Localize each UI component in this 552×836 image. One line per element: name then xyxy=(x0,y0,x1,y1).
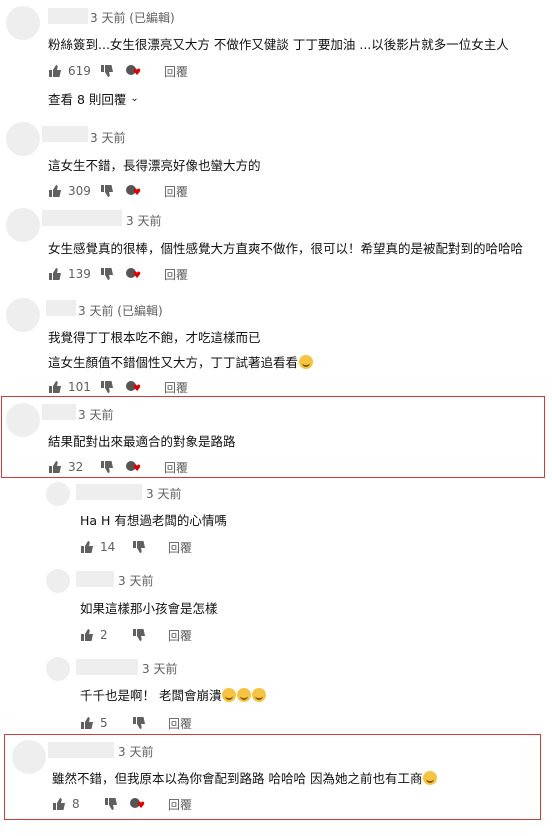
thumbs-up-icon[interactable] xyxy=(80,716,94,730)
emoji-icon xyxy=(237,688,252,702)
like-count: 139 xyxy=(68,267,91,281)
comment-time[interactable]: 3 天前 xyxy=(126,212,161,229)
comment-text: 如果這樣那小孩會是怎樣 xyxy=(80,601,218,616)
comment-text: 這女生不錯，長得漂亮好像也蠻大方的 xyxy=(48,158,261,173)
comment-time[interactable]: 3 天前 xyxy=(90,129,125,146)
view-replies-button[interactable]: 查看 8 則回覆 ⌄ xyxy=(48,89,139,108)
emoji-icon xyxy=(252,688,267,702)
comment-text: 這女生顏值不錯個性又大方，丁丁試著追看看 xyxy=(48,355,299,370)
emoji-icon xyxy=(299,355,314,369)
comment-text: 粉絲簽到...女生很漂亮又大方 不做作又健談 丁丁要加油 ...以後影片就多一位… xyxy=(48,37,509,52)
like-count: 14 xyxy=(100,540,116,554)
reply-button[interactable]: 回覆 xyxy=(164,63,188,80)
thumbs-down-icon[interactable] xyxy=(100,267,114,281)
reply-button[interactable]: 回覆 xyxy=(168,539,192,556)
view-replies-label: 查看 8 則回覆 xyxy=(48,92,127,107)
like-count: 8 xyxy=(72,797,80,811)
comment-text-line: 雖然不錯，但我原本以為你會配到路路 哈哈哈 因為她之前也有工商 xyxy=(52,768,438,787)
comment-text: 雖然不錯，但我原本以為你會配到路路 哈哈哈 因為她之前也有工商 xyxy=(52,771,423,786)
thumbs-down-icon[interactable] xyxy=(100,460,114,474)
comment-text-line-2: 這女生顏值不錯個性又大方，丁丁試著追看看 xyxy=(48,352,314,371)
comment-time[interactable]: 3 天前 (已編輯) xyxy=(78,302,163,319)
comment-actions: 139 ♥ 回覆 xyxy=(48,265,188,283)
comment-time[interactable]: 3 天前 xyxy=(118,572,153,589)
like-count: 2 xyxy=(100,628,108,642)
comment-time[interactable]: 3 天前 xyxy=(78,406,113,423)
thumbs-up-icon[interactable] xyxy=(48,64,62,78)
author-name[interactable] xyxy=(76,659,138,675)
thumbs-down-icon[interactable] xyxy=(132,716,146,730)
creator-heart-icon: ♥ xyxy=(126,380,142,394)
author-name[interactable] xyxy=(48,8,88,24)
avatar[interactable] xyxy=(6,6,40,40)
avatar[interactable] xyxy=(46,482,70,506)
thumbs-up-icon[interactable] xyxy=(48,267,62,281)
thumbs-down-icon[interactable] xyxy=(104,797,118,811)
thumbs-down-icon[interactable] xyxy=(132,540,146,554)
reply-button[interactable]: 回覆 xyxy=(164,266,188,283)
thumbs-up-icon[interactable] xyxy=(80,540,94,554)
thumbs-down-icon[interactable] xyxy=(132,628,146,642)
comment-text: 我覺得丁丁根本吃不飽，才吃這樣而已 xyxy=(48,330,261,345)
author-name[interactable] xyxy=(76,571,114,587)
like-count: 101 xyxy=(68,380,91,394)
author-name[interactable] xyxy=(42,126,88,142)
author-name[interactable] xyxy=(48,742,114,758)
thumbs-up-icon[interactable] xyxy=(80,628,94,642)
comment-actions: 619 ♥ 回覆 xyxy=(48,62,188,80)
thumbs-up-icon[interactable] xyxy=(52,797,66,811)
thumbs-up-icon[interactable] xyxy=(48,460,62,474)
comment-actions: 101 ♥ 回覆 xyxy=(48,378,188,396)
author-name[interactable] xyxy=(76,484,142,500)
like-count: 619 xyxy=(68,64,91,78)
comment-time[interactable]: 3 天前 (已編輯) xyxy=(90,9,175,26)
like-count: 5 xyxy=(100,716,108,730)
avatar[interactable] xyxy=(6,122,40,156)
avatar[interactable] xyxy=(6,208,40,242)
reply-button[interactable]: 回覆 xyxy=(168,627,192,644)
author-name[interactable] xyxy=(42,404,76,420)
comment-time[interactable]: 3 天前 xyxy=(142,660,177,677)
thumbs-up-icon[interactable] xyxy=(48,184,62,198)
emoji-icon xyxy=(222,688,237,702)
comment-text: 女生感覺真的很棒，個性感覺大方直爽不做作，很可以！希望真的是被配對到的哈哈哈 xyxy=(48,241,524,256)
emoji-icon xyxy=(423,771,438,785)
comment-actions: 14 回覆 xyxy=(80,538,192,556)
avatar[interactable] xyxy=(12,740,46,774)
comment-text: 千千也是啊！ 老闆會崩潰 xyxy=(80,688,222,703)
creator-heart-icon: ♥ xyxy=(126,267,142,281)
thumbs-down-icon[interactable] xyxy=(100,64,114,78)
like-count: 309 xyxy=(68,184,91,198)
avatar[interactable] xyxy=(46,569,70,593)
thumbs-down-icon[interactable] xyxy=(100,380,114,394)
reply-button[interactable]: 回覆 xyxy=(168,796,192,813)
thumbs-up-icon[interactable] xyxy=(48,380,62,394)
author-name[interactable] xyxy=(46,300,76,316)
author-name[interactable] xyxy=(42,210,122,226)
comment-text: 結果配對出來最適合的對象是路路 xyxy=(48,434,236,449)
reply-button[interactable]: 回覆 xyxy=(168,715,192,732)
comment-actions: 2 回覆 xyxy=(80,626,192,644)
comment-time[interactable]: 3 天前 xyxy=(146,485,181,502)
thumbs-down-icon[interactable] xyxy=(100,184,114,198)
chevron-down-icon: ⌄ xyxy=(130,93,139,104)
comment-actions: 32 ♥ 回覆 xyxy=(48,458,188,476)
avatar[interactable] xyxy=(6,298,40,332)
reply-button[interactable]: 回覆 xyxy=(164,379,188,396)
like-count: 32 xyxy=(68,460,84,474)
reply-button[interactable]: 回覆 xyxy=(164,183,188,200)
avatar[interactable] xyxy=(6,403,40,437)
avatar[interactable] xyxy=(46,657,70,681)
creator-heart-icon: ♥ xyxy=(126,184,142,198)
comment-actions: 8 ♥ 回覆 xyxy=(52,795,192,813)
creator-heart-icon: ♥ xyxy=(126,460,142,474)
creator-heart-icon: ♥ xyxy=(130,797,146,811)
comment-text: Ha H 有想過老闆的心情嗎 xyxy=(80,513,227,528)
creator-heart-icon: ♥ xyxy=(126,64,142,78)
comment-time[interactable]: 3 天前 xyxy=(118,743,153,760)
reply-button[interactable]: 回覆 xyxy=(164,459,188,476)
comment-actions: 5 回覆 xyxy=(80,714,192,732)
comment-text-line: 千千也是啊！ 老闆會崩潰 xyxy=(80,685,267,704)
comment-actions: 309 ♥ 回覆 xyxy=(48,182,188,200)
